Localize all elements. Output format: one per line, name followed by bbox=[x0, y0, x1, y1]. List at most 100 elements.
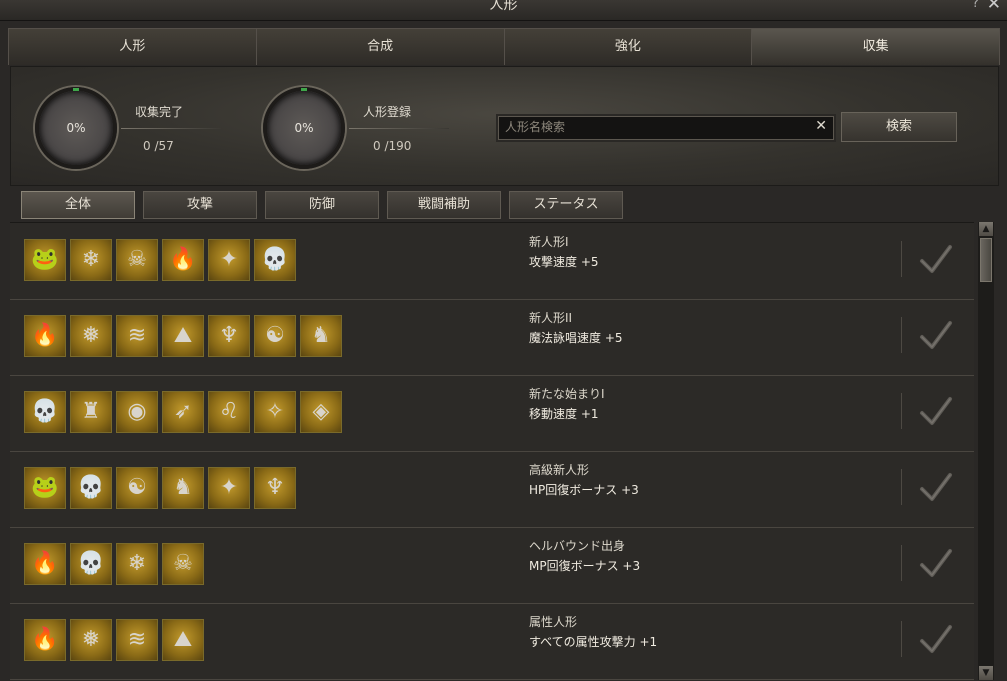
fire-beast-doll-icon[interactable]: 🔥 bbox=[162, 239, 204, 281]
collection-name: 新人形I bbox=[529, 235, 569, 249]
check-icon[interactable] bbox=[918, 317, 954, 356]
water-doll-icon[interactable]: ≋ bbox=[116, 619, 158, 661]
collection-effect: 移動速度 +1 bbox=[529, 407, 599, 421]
collection-label: 収集完了 bbox=[135, 105, 184, 119]
ice-doll-icon[interactable]: ❄ bbox=[116, 543, 158, 585]
filter-combat-support[interactable]: 戦闘補助 bbox=[387, 191, 501, 219]
tab-bar: 人形 合成 強化 収集 bbox=[8, 28, 1000, 65]
row-divider bbox=[901, 317, 902, 353]
collection-effect: すべての属性攻撃力 +1 bbox=[529, 635, 658, 649]
collection-name: 高級新人形 bbox=[529, 463, 590, 477]
stone-golem-doll-icon[interactable]: ⛰ bbox=[162, 619, 204, 661]
collection-row[interactable]: 🔥 ❅ ≋ ⛰ ♆ ☯ ♞ 新人形II 魔法詠唱速度 +5 bbox=[10, 299, 974, 376]
elder-doll-icon[interactable]: ☯ bbox=[116, 467, 158, 509]
crystal-doll-icon[interactable]: ✦ bbox=[208, 467, 250, 509]
row-divider bbox=[901, 241, 902, 277]
row-divider bbox=[901, 545, 902, 581]
skeleton-doll-icon[interactable]: 💀 bbox=[24, 391, 66, 433]
clear-icon[interactable]: ✕ bbox=[815, 118, 827, 134]
progress-dot bbox=[73, 88, 79, 91]
frog-doll-icon[interactable]: 🐸 bbox=[24, 467, 66, 509]
dragon-doll-icon[interactable]: ♞ bbox=[300, 315, 342, 357]
check-icon[interactable] bbox=[918, 545, 954, 584]
row-divider bbox=[901, 393, 902, 429]
stone-golem-doll-icon[interactable]: ⛰ bbox=[162, 315, 204, 357]
check-icon[interactable] bbox=[918, 393, 954, 432]
collection-percent: 0% bbox=[66, 121, 86, 135]
lion-doll-icon[interactable]: ♌ bbox=[208, 391, 250, 433]
water-doll-icon[interactable]: ≋ bbox=[116, 315, 158, 357]
filter-all[interactable]: 全体 bbox=[21, 191, 135, 219]
window-title: 人形 bbox=[489, 0, 518, 13]
scrollbar[interactable]: ▲ ▼ bbox=[978, 222, 994, 680]
elder-doll-icon[interactable]: ☯ bbox=[254, 315, 296, 357]
row-divider bbox=[901, 469, 902, 505]
skeleton-doll-icon[interactable]: 💀 bbox=[70, 467, 112, 509]
doll-icon-group: 💀 ♜ ◉ ➶ ♌ ✧ ◈ bbox=[24, 391, 346, 433]
snow-doll-icon[interactable]: ❅ bbox=[70, 315, 112, 357]
skeleton-doll-icon[interactable]: 💀 bbox=[254, 239, 296, 281]
collection-name: 新たな始まりI bbox=[529, 387, 605, 401]
skeleton-doll-icon[interactable]: 💀 bbox=[70, 543, 112, 585]
filter-status[interactable]: ステータス bbox=[509, 191, 623, 219]
collection-list: 🐸 ❄ ☠ 🔥 ✦ 💀 新人形I 攻撃速度 +5 🔥 ❅ ≋ ⛰ ♆ ☯ ♞ 新人形II 魔法詠唱速度 +5 💀 ♜… bbox=[10, 222, 974, 681]
collection-count: 0 /57 bbox=[143, 139, 174, 153]
collection-row[interactable]: 🔥 💀 ❄ ☠ ヘルバウンド出身 MP回復ボーナス +3 bbox=[10, 527, 974, 604]
doll-icon-group: 🐸 ❄ ☠ 🔥 ✦ 💀 bbox=[24, 239, 300, 281]
orb-doll-icon[interactable]: ◉ bbox=[116, 391, 158, 433]
ice-doll-icon[interactable]: ❄ bbox=[70, 239, 112, 281]
filter-defense[interactable]: 防御 bbox=[265, 191, 379, 219]
collection-name: 新人形II bbox=[529, 311, 573, 325]
flame-doll-icon[interactable]: 🔥 bbox=[24, 619, 66, 661]
search-box: ✕ bbox=[498, 116, 834, 140]
collection-effect: MP回復ボーナス +3 bbox=[529, 559, 641, 573]
progress-dot bbox=[301, 88, 307, 91]
collection-row[interactable]: 🐸 ❄ ☠ 🔥 ✦ 💀 新人形I 攻撃速度 +5 bbox=[10, 223, 974, 300]
pirate-doll-icon[interactable]: ☠ bbox=[162, 543, 204, 585]
ranger-doll-icon[interactable]: ➶ bbox=[162, 391, 204, 433]
fire-beast-doll-icon[interactable]: 🔥 bbox=[24, 543, 66, 585]
check-icon[interactable] bbox=[918, 621, 954, 660]
flame-doll-icon[interactable]: 🔥 bbox=[24, 315, 66, 357]
tab-synthesis[interactable]: 合成 bbox=[255, 28, 505, 65]
registration-count: 0 /190 bbox=[373, 139, 412, 153]
scroll-thumb[interactable] bbox=[980, 238, 992, 282]
doll-icon-group: 🔥 ❅ ≋ ⛰ ♆ ☯ ♞ bbox=[24, 315, 346, 357]
check-icon[interactable] bbox=[918, 241, 954, 280]
filter-bar: 全体 攻撃 防御 戦闘補助 ステータス bbox=[21, 191, 631, 219]
collection-effect: 攻撃速度 +5 bbox=[529, 255, 599, 269]
search-input[interactable] bbox=[499, 117, 811, 137]
scroll-down-icon[interactable]: ▼ bbox=[979, 666, 993, 680]
doll-icon-group: 🔥 💀 ❄ ☠ bbox=[24, 543, 208, 585]
snow-doll-icon[interactable]: ❅ bbox=[70, 619, 112, 661]
row-divider bbox=[901, 621, 902, 657]
tab-enhance[interactable]: 強化 bbox=[503, 28, 753, 65]
doll-icon-group: 🔥 ❅ ≋ ⛰ bbox=[24, 619, 208, 661]
collection-effect: 魔法詠唱速度 +5 bbox=[529, 331, 623, 345]
collection-divider bbox=[121, 128, 221, 129]
registration-percent: 0% bbox=[294, 121, 314, 135]
help-icon[interactable]: ? bbox=[972, 0, 979, 11]
shadow-doll-icon[interactable]: ◈ bbox=[300, 391, 342, 433]
collection-row[interactable]: 🔥 ❅ ≋ ⛰ 属性人形すべての属性攻撃力 +1 bbox=[10, 603, 974, 680]
collection-name: 属性人形 bbox=[529, 615, 578, 629]
collection-row[interactable]: 🐸 💀 ☯ ♞ ✦ ♆ 高級新人形 HP回復ボーナス +3 bbox=[10, 451, 974, 528]
dragon-doll-icon[interactable]: ♞ bbox=[162, 467, 204, 509]
pirate-doll-icon[interactable]: ☠ bbox=[116, 239, 158, 281]
collection-row[interactable]: 💀 ♜ ◉ ➶ ♌ ✧ ◈ 新たな始まりI 移動速度 +1 bbox=[10, 375, 974, 452]
crystal-doll-icon[interactable]: ✦ bbox=[208, 239, 250, 281]
tab-collection[interactable]: 収集 bbox=[751, 28, 1000, 65]
frog-doll-icon[interactable]: 🐸 bbox=[24, 239, 66, 281]
search-button[interactable]: 検索 bbox=[841, 112, 957, 142]
scroll-up-icon[interactable]: ▲ bbox=[979, 222, 993, 236]
tab-doll[interactable]: 人形 bbox=[8, 28, 257, 65]
knight-doll-icon[interactable]: ♜ bbox=[70, 391, 112, 433]
check-icon[interactable] bbox=[918, 469, 954, 508]
close-icon[interactable]: ✕ bbox=[987, 0, 1001, 14]
filter-attack[interactable]: 攻撃 bbox=[143, 191, 257, 219]
priestess-doll-icon[interactable]: ✧ bbox=[254, 391, 296, 433]
demon-doll-icon[interactable]: ♆ bbox=[254, 467, 296, 509]
doll-icon-group: 🐸 💀 ☯ ♞ ✦ ♆ bbox=[24, 467, 300, 509]
collection-effect: HP回復ボーナス +3 bbox=[529, 483, 639, 497]
demon-doll-icon[interactable]: ♆ bbox=[208, 315, 250, 357]
